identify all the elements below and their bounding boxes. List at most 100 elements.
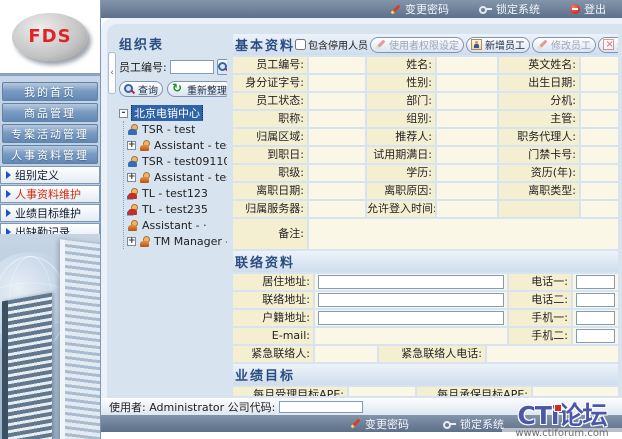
quick-search-button[interactable]	[217, 59, 227, 75]
basic-info-row: 员工编号: 姓名: 英文姓名:	[233, 57, 618, 73]
field-value	[437, 201, 497, 217]
include-inactive-checkbox[interactable]	[295, 39, 306, 50]
tree-item[interactable]: Assistant - ·	[127, 217, 227, 233]
field-value	[309, 75, 365, 91]
field-value	[309, 165, 365, 181]
tree-item[interactable]: TSR - test091108	[127, 153, 227, 169]
sidebar-artwork	[0, 234, 100, 439]
field-value	[309, 147, 365, 163]
emergency-contact-row: 紧急联络人: 紧急联络人电话:	[233, 346, 618, 362]
field-value	[349, 387, 415, 396]
emergency-contact-label: 紧急联络人:	[233, 346, 313, 362]
company-code-input[interactable]	[279, 401, 363, 413]
field-value	[581, 111, 618, 127]
field-value	[309, 183, 365, 199]
pencil-icon	[350, 418, 361, 429]
lock-system-button-bottom[interactable]: 锁定系统	[443, 416, 504, 432]
org-panel-title: 组织表	[119, 34, 227, 53]
sidebar-item-home[interactable]: 我的首页	[2, 82, 98, 101]
field-value	[437, 57, 497, 73]
tree-item[interactable]: + TM Manager - :	[127, 233, 227, 249]
contact-address-input[interactable]	[318, 293, 504, 307]
field-label: 推荐人:	[367, 129, 435, 145]
sidebar-item-products[interactable]: 商品管理	[2, 103, 98, 122]
pencil-icon	[390, 4, 401, 15]
tree-collapse-toggle[interactable]: -	[119, 109, 128, 118]
person-orange-icon	[139, 172, 151, 183]
change-password-button-bottom[interactable]: 变更密码	[350, 416, 409, 432]
field-value	[581, 165, 618, 181]
field-label: 身分证字号:	[233, 75, 307, 91]
sidebar: FDS 我的首页 商品管理 专案活动管理 人事资料管理 组别定义 人事资料维护 …	[0, 0, 101, 439]
tree-item[interactable]: TSR - test	[127, 121, 227, 137]
collapse-tree-handle[interactable]	[108, 52, 116, 94]
tree-item[interactable]: TL - test235	[127, 201, 227, 217]
refresh-button[interactable]: 重新整理	[167, 81, 227, 97]
pencil-icon	[537, 39, 548, 50]
residence-address-input[interactable]	[318, 275, 504, 289]
employee-no-input[interactable]	[170, 60, 214, 74]
tree-expand-toggle[interactable]: +	[127, 173, 136, 182]
stop-circle-icon	[570, 4, 580, 14]
person-orange-icon	[127, 220, 139, 231]
field-label: 职务代理人:	[499, 129, 579, 145]
pencil-icon	[375, 39, 386, 50]
current-user-text: 使用者: Administrator 公司代码:	[109, 399, 275, 415]
basic-info-row: 职称: 组别: 主管:	[233, 111, 618, 127]
tree-item[interactable]: + Assistant - test114	[127, 169, 227, 185]
field-label: 离职日期:	[233, 183, 307, 199]
basic-info-row: 员工状态: 部门: 分机:	[233, 93, 618, 109]
building-graphic	[60, 239, 100, 439]
field-label: 职称:	[233, 111, 307, 127]
field-value	[581, 75, 618, 91]
lock-system-button[interactable]: 锁定系统	[479, 1, 540, 17]
remark-row: 备注:	[233, 219, 618, 249]
email-value	[315, 328, 507, 344]
sidebar-subitem-target-maintain[interactable]: 业绩目标维护	[0, 204, 100, 222]
sidebar-item-campaigns[interactable]: 专案活动管理	[2, 124, 98, 143]
ctiforum-logo: CTi论坛	[502, 403, 622, 428]
field-label: 学历:	[367, 165, 435, 181]
delete-x-icon	[603, 39, 614, 50]
tree-expand-toggle[interactable]: +	[127, 141, 136, 150]
field-label: 电话二:	[509, 292, 571, 308]
key-icon	[479, 4, 492, 14]
tree-expand-toggle[interactable]: +	[127, 237, 136, 246]
sidebar-item-hr[interactable]: 人事资料管理	[2, 145, 98, 164]
contact-row: E-mail: 手机二:	[233, 328, 618, 344]
basic-info-row: 身分证字号: 性别: 出生日期:	[233, 75, 618, 91]
phone1-input[interactable]	[576, 275, 615, 289]
tree-item[interactable]: TL - test123	[127, 185, 227, 201]
phone2-input[interactable]	[576, 293, 615, 307]
mobile2-input[interactable]	[576, 329, 615, 343]
search-button[interactable]: 查询	[119, 81, 163, 97]
magnifier-icon	[124, 84, 135, 95]
field-label: 职级:	[233, 165, 307, 181]
field-label: 性别:	[367, 75, 435, 91]
tree-item[interactable]: + Assistant - test	[127, 137, 227, 153]
field-label: 手机一:	[509, 310, 571, 326]
change-password-button[interactable]: 变更密码	[390, 1, 449, 17]
field-label: 允许登入时间:	[367, 201, 435, 217]
basic-info-row: 离职日期: 离职原因: 离职类型:	[233, 183, 618, 199]
field-value	[581, 93, 618, 109]
delete-employee-button[interactable]: 删除员工	[598, 37, 618, 53]
contact-row: 户籍地址: 手机一:	[233, 310, 618, 326]
logout-button[interactable]: 登出	[570, 1, 606, 17]
employee-form-panel: 基本资料 包含停用人员 使用者权限设定 新增员工	[233, 34, 618, 396]
tree-root[interactable]: - 北京电销中心	[119, 105, 227, 121]
registered-address-input[interactable]	[318, 311, 504, 325]
basic-info-header: 基本资料 包含停用人员 使用者权限设定 新增员工	[233, 34, 618, 55]
people-icon	[127, 188, 139, 199]
permission-settings-button[interactable]: 使用者权限设定	[370, 37, 464, 53]
field-label: 户籍地址:	[233, 310, 313, 326]
sidebar-subitem-group-define[interactable]: 组别定义	[0, 166, 100, 184]
add-employee-button[interactable]: 新增员工	[466, 37, 530, 53]
sidebar-subitem-hr-maintain[interactable]: 人事资料维护	[0, 185, 100, 203]
edit-employee-button[interactable]: 修改员工	[532, 37, 596, 53]
mobile1-input[interactable]	[576, 311, 615, 325]
basic-info-row: 归属区域: 推荐人: 职务代理人:	[233, 129, 618, 145]
basic-info-row: 职级: 学历: 资历(年):	[233, 165, 618, 181]
basic-info-title: 基本资料	[235, 35, 295, 54]
magnifier-icon	[218, 62, 227, 73]
